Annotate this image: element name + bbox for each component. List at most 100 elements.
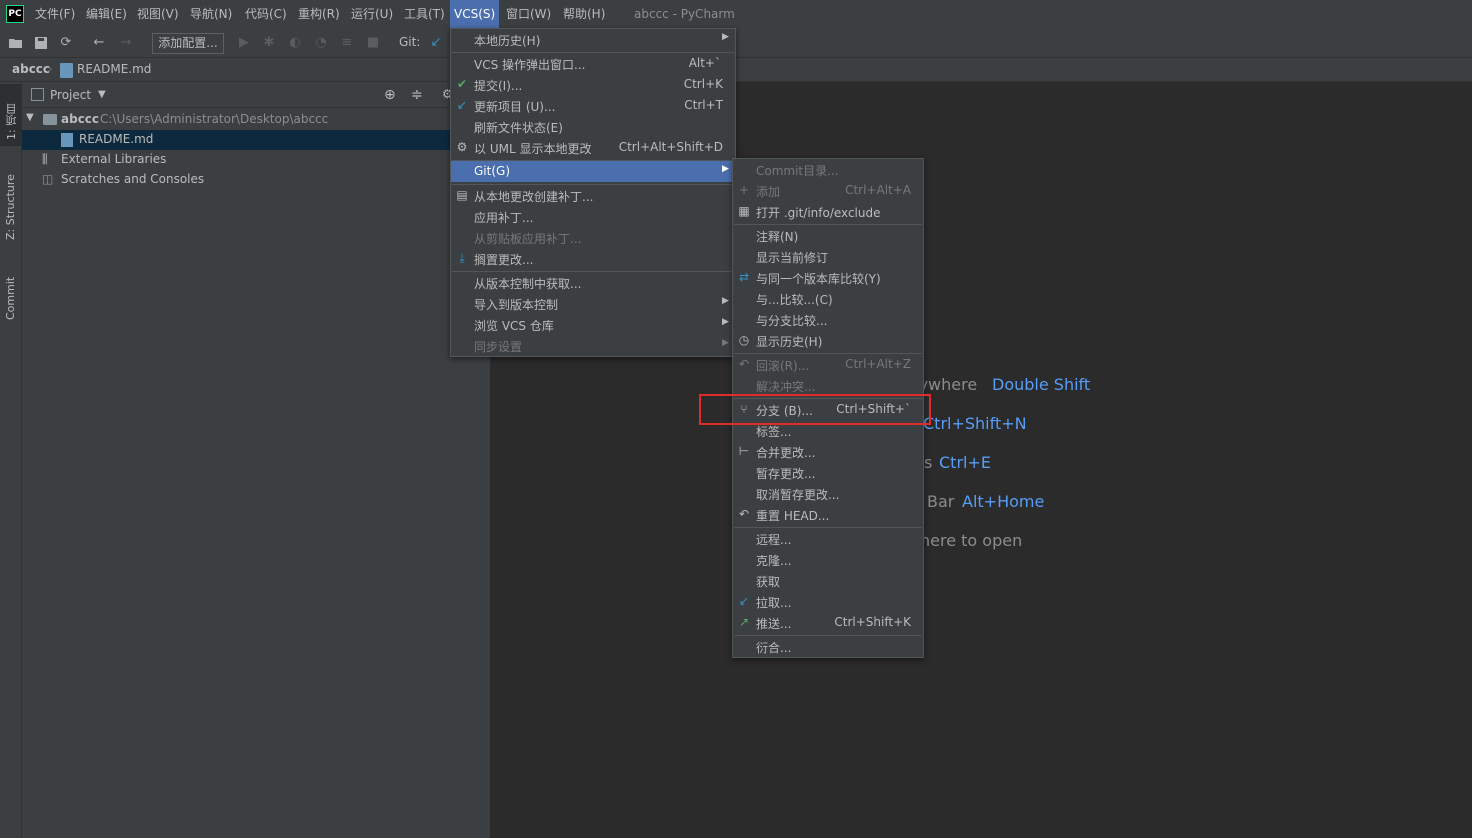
git-update-icon[interactable]: ↙ [428, 35, 444, 51]
menu-help[interactable]: 帮助(H) [563, 0, 605, 29]
navigation-bar [0, 58, 1472, 82]
git-show-history[interactable]: ◷ 显示历史(H) [733, 330, 923, 351]
debug-icon[interactable]: ✱ [261, 35, 277, 51]
build-icon[interactable]: ≡ [339, 35, 355, 51]
menu-window[interactable]: 窗口(W) [506, 0, 551, 29]
git-add[interactable]: + 添加 Ctrl+Alt+A [733, 180, 923, 201]
project-view-icon [31, 88, 44, 101]
shelve-icon: ⤓ [459, 251, 465, 265]
hint-key-goto-file: Ctrl+Shift+N [923, 414, 1027, 433]
git-show-revision-label: 显示当前修订 [756, 251, 829, 265]
git-reset-head[interactable]: ↶ 重置 HEAD... [733, 504, 923, 525]
menu-view[interactable]: 视图(V) [137, 0, 179, 29]
checkmark-icon: ✔ [456, 77, 468, 91]
forward-arrow-icon[interactable]: → [118, 35, 134, 51]
pull-arrow-icon: ↙ [738, 594, 750, 608]
project-tool-window [22, 82, 490, 838]
git-compare-with[interactable]: 与...比较...(C) [733, 288, 923, 309]
file-settings-icon: ▦ [738, 204, 750, 218]
git-pull[interactable]: ↙ 拉取... [733, 591, 923, 612]
vcs-import[interactable]: 导入到版本控制 ▶ [451, 293, 735, 314]
coverage-icon[interactable]: ◐ [287, 35, 303, 51]
vcs-commit[interactable]: ✔ 提交(I)... Ctrl+K [451, 74, 735, 95]
breadcrumb-project[interactable]: abccc [12, 62, 50, 76]
vcs-update-label: 更新项目 (U)... [474, 100, 556, 114]
project-view-selector[interactable]: Project [50, 88, 91, 102]
save-icon[interactable] [33, 35, 49, 51]
vcs-get-from-vcs[interactable]: 从版本控制中获取... [451, 272, 735, 293]
tree-root-name: abccc [61, 112, 100, 126]
collapse-all-icon[interactable]: ≑ [411, 87, 423, 103]
vcs-menu: 本地历史(H) ▶ VCS 操作弹出窗口... Alt+` ✔ 提交(I)...… [450, 28, 736, 357]
git-pull-label: 拉取... [756, 596, 792, 610]
add-configuration-button[interactable]: 添加配置... [152, 33, 224, 54]
vcs-shelve[interactable]: ⤓ 搁置更改... [451, 248, 735, 269]
vcs-apply-patch[interactable]: 应用补丁... [451, 206, 735, 227]
git-show-revision[interactable]: 显示当前修订 [733, 246, 923, 267]
git-rebase[interactable]: 衍合... [733, 636, 923, 657]
tool-window-project[interactable]: 1: 项目 [4, 88, 18, 140]
git-push[interactable]: ↗ 推送... Ctrl+Shift+K [733, 612, 923, 633]
breadcrumb-file[interactable]: README.md [77, 62, 151, 76]
git-remotes[interactable]: 远程... [733, 528, 923, 549]
vcs-create-patch-label: 从本地更改创建补丁... [474, 190, 594, 204]
vcs-git-submenu[interactable]: Git(G) ▶ [451, 161, 735, 182]
git-commit-directory[interactable]: Commit目录... [733, 159, 923, 180]
menu-run[interactable]: 运行(U) [351, 0, 393, 29]
vcs-operations-popup[interactable]: VCS 操作弹出窗口... Alt+` [451, 53, 735, 74]
git-compare-same-repo[interactable]: ⇄ 与同一个版本库比较(Y) [733, 267, 923, 288]
git-annotate-label: 注释(N) [756, 230, 799, 244]
git-clone[interactable]: 克隆... [733, 549, 923, 570]
vcs-update-project[interactable]: ↙ 更新项目 (U)... Ctrl+T [451, 95, 735, 116]
git-stash-label: 暂存更改... [756, 467, 816, 481]
menu-navigate[interactable]: 导航(N) [190, 0, 232, 29]
git-compare-branch[interactable]: 与分支比较... [733, 309, 923, 330]
git-clone-label: 克隆... [756, 554, 792, 568]
vcs-uml-local-changes[interactable]: ⚙ 以 UML 显示本地更改 Ctrl+Alt+Shift+D [451, 137, 735, 158]
vcs-apply-clipboard-patch[interactable]: 从剪贴板应用补丁... [451, 227, 735, 248]
hint-recent-files: s [924, 453, 933, 472]
git-rollback[interactable]: ↶ 回滚(R)... Ctrl+Alt+Z [733, 354, 923, 375]
menu-tools[interactable]: 工具(T) [404, 0, 445, 29]
menu-vcs[interactable]: VCS(S) [450, 0, 500, 29]
stop-icon[interactable]: ■ [365, 35, 381, 51]
vcs-create-patch[interactable]: ▤ 从本地更改创建补丁... [451, 185, 735, 206]
vcs-get-label: 从版本控制中获取... [474, 277, 582, 291]
tree-root-path: C:\Users\Administrator\Desktop\abccc [100, 112, 329, 126]
git-fetch[interactable]: 获取 [733, 570, 923, 591]
reset-arrow-icon: ↶ [738, 507, 750, 521]
tool-window-commit[interactable]: Commit [4, 260, 18, 320]
git-resolve-conflicts[interactable]: 解决冲突... [733, 375, 923, 396]
git-push-label: 推送... [756, 617, 792, 631]
git-stash[interactable]: 暂存更改... [733, 462, 923, 483]
uml-diagram-icon: ⚙ [456, 140, 468, 154]
git-merge[interactable]: ⊢ 合并更改... [733, 441, 923, 462]
menu-refactor[interactable]: 重构(R) [298, 0, 340, 29]
git-unstash[interactable]: 取消暂存更改... [733, 483, 923, 504]
vcs-shelve-label: 搁置更改... [474, 253, 534, 267]
sync-icon[interactable]: ⟳ [58, 35, 74, 51]
menu-edit[interactable]: 编辑(E) [86, 0, 127, 29]
open-folder-icon[interactable] [8, 35, 24, 51]
menu-code[interactable]: 代码(C) [245, 0, 287, 29]
tool-window-structure[interactable]: Z: Structure [4, 160, 18, 240]
locate-file-icon[interactable]: ⊕ [384, 87, 396, 103]
git-open-exclude[interactable]: ▦ 打开 .git/info/exclude [733, 201, 923, 222]
git-merge-label: 合并更改... [756, 446, 816, 460]
git-annotate[interactable]: 注释(N) [733, 225, 923, 246]
run-icon[interactable]: ▶ [236, 35, 252, 51]
vcs-refresh-label: 刷新文件状态(E) [474, 121, 563, 135]
vcs-local-history[interactable]: 本地历史(H) ▶ [451, 29, 735, 50]
scratches-icon: ◫ [42, 172, 54, 186]
git-toolbar-label: Git: [399, 35, 421, 49]
profile-icon[interactable]: ◔ [313, 35, 329, 51]
chevron-down-icon[interactable]: ▼ [98, 89, 106, 100]
vcs-sync-settings[interactable]: 同步设置 ▶ [451, 335, 735, 356]
hint-navigation-bar: Bar [927, 492, 955, 511]
expand-arrow-icon[interactable]: ▼ [26, 112, 34, 123]
back-arrow-icon[interactable]: ← [91, 35, 107, 51]
menu-file[interactable]: 文件(F) [35, 0, 75, 29]
vcs-browse-repo[interactable]: 浏览 VCS 仓库 ▶ [451, 314, 735, 335]
vcs-refresh-status[interactable]: 刷新文件状态(E) [451, 116, 735, 137]
rollback-icon: ↶ [738, 357, 750, 371]
